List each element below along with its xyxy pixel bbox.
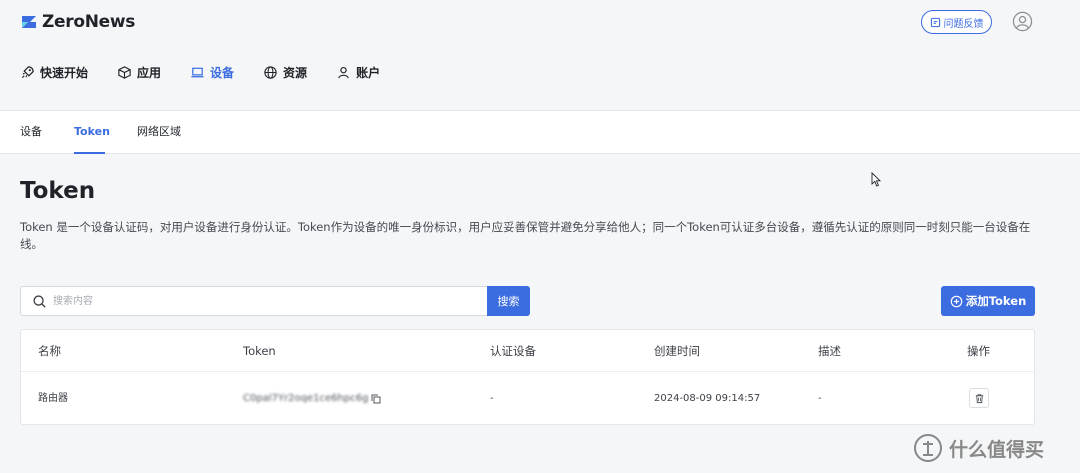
cell-created: 2024-08-09 09:14:57: [654, 393, 761, 404]
watermark: 什么值得买: [913, 432, 1044, 464]
search-icon: [33, 295, 46, 308]
tab-token[interactable]: Token: [74, 111, 110, 154]
nav-label-apps: 应用: [137, 65, 162, 80]
cube-icon: [118, 65, 131, 79]
token-table: 名称 Token 认证设备 创建时间 描述 操作 路由器 C0pal7Yr2oq…: [20, 329, 1035, 425]
column-header-created: 创建时间: [654, 344, 700, 358]
sub-nav: 设备 Token 网络区域: [0, 111, 1080, 154]
column-header-actions: 操作: [967, 344, 990, 358]
watermark-text: 什么值得买: [949, 438, 1045, 461]
cell-device: -: [490, 393, 494, 404]
nav-item-devices[interactable]: 设备: [190, 64, 234, 81]
page-description: Token 是一个设备认证码，对用户设备进行身份认证。Token作为设备的唯一身…: [20, 220, 1031, 251]
user-circle-icon[interactable]: [1012, 11, 1033, 32]
laptop-icon: [191, 67, 204, 77]
cell-name: 路由器: [38, 393, 68, 404]
column-header-token: Token: [243, 344, 276, 358]
add-token-label: 添加Token: [965, 294, 1027, 308]
search-input[interactable]: [53, 287, 483, 315]
user-icon: [338, 66, 349, 78]
search-button[interactable]: 搜索: [487, 286, 530, 316]
tab-devices[interactable]: 设备: [20, 111, 42, 154]
brand-name: ZeroNews: [42, 12, 136, 32]
feedback-icon: [930, 17, 940, 27]
trash-icon: [975, 393, 983, 403]
nav-label-account: 账户: [356, 65, 381, 80]
page-title: Token: [20, 178, 96, 204]
brand-logo[interactable]: ZeroNews: [20, 11, 135, 33]
cell-description: -: [818, 393, 822, 404]
nav-item-apps[interactable]: 应用: [117, 64, 161, 81]
top-header: ZeroNews 问题反馈 快速开始 应用 设备 资源 账户: [0, 0, 1080, 111]
table-header: 名称 Token 认证设备 创建时间 描述 操作: [21, 330, 1034, 372]
nav-label-devices: 设备: [210, 65, 235, 80]
smzdm-logo-icon: [914, 434, 942, 462]
globe-icon: [264, 65, 277, 79]
column-header-device: 认证设备: [490, 344, 536, 358]
rocket-icon: [21, 65, 34, 78]
main-nav: 快速开始 应用 设备 资源 账户: [20, 63, 409, 81]
mouse-cursor-icon: [871, 172, 881, 187]
nav-item-quickstart[interactable]: 快速开始: [20, 64, 88, 81]
column-header-description: 描述: [818, 344, 841, 358]
column-header-name: 名称: [38, 344, 61, 358]
search-box: [20, 286, 530, 316]
delete-button[interactable]: [969, 388, 989, 408]
nav-item-account[interactable]: 账户: [336, 64, 380, 81]
copy-icon[interactable]: [371, 394, 381, 404]
feedback-button[interactable]: 问题反馈: [921, 10, 992, 34]
cell-token: C0pal7Yr2oqe1ce6hpc6g: [243, 372, 381, 426]
zeronews-logo-icon: [22, 16, 36, 28]
tab-network-zone[interactable]: 网络区域: [137, 111, 181, 154]
table-row: 路由器 C0pal7Yr2oqe1ce6hpc6g - 2024-08-09 0…: [21, 372, 1034, 426]
nav-item-resources[interactable]: 资源: [263, 64, 307, 81]
nav-label-resources: 资源: [283, 65, 308, 80]
add-token-button[interactable]: 添加Token: [941, 286, 1035, 316]
feedback-label: 问题反馈: [943, 18, 984, 30]
plus-circle-icon: [950, 295, 963, 307]
token-value: C0pal7Yr2oqe1ce6hpc6g: [243, 393, 369, 404]
nav-label-quickstart: 快速开始: [40, 65, 89, 80]
